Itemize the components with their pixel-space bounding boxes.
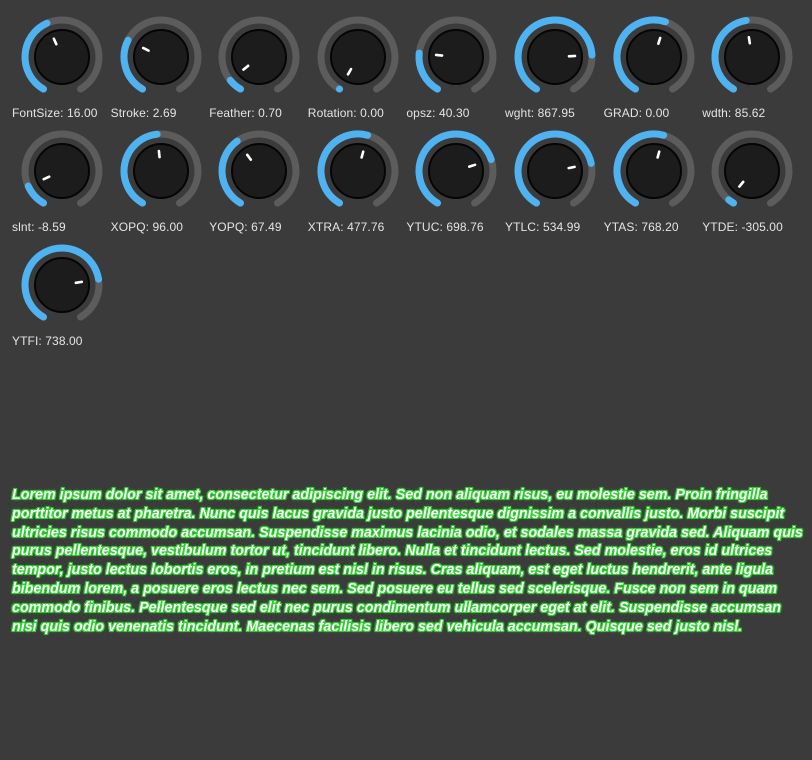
knob-dial[interactable]: [111, 130, 209, 220]
knob-body: [428, 29, 485, 85]
knob-dial[interactable]: [308, 16, 406, 106]
knob-label: XOPQ: 96.00: [110, 220, 184, 234]
knob-dial[interactable]: [406, 16, 504, 106]
knob-label: YOPQ: 67.49: [209, 220, 282, 234]
knob-control[interactable]: XTRA: 477.76: [308, 130, 406, 236]
knob-label: opsz: 40.30: [406, 106, 470, 120]
knob-dial[interactable]: [505, 16, 603, 106]
knob-body: [527, 143, 583, 199]
sample-text: Lorem ipsum dolor sit amet, consectetur …: [12, 487, 803, 635]
knob-control[interactable]: GRAD: 0.00: [604, 16, 702, 122]
knob-label: XTRA: 477.76: [307, 220, 385, 234]
knob-pointer: [747, 35, 752, 45]
knob-label: YTFI: 738.00: [12, 334, 83, 348]
knob-control[interactable]: wdth: 85.62: [702, 16, 800, 122]
knob-label: YTLC: 534.99: [505, 220, 581, 234]
knob-label: Rotation: 0.00: [307, 106, 384, 120]
knob-pointer: [435, 53, 444, 57]
knob-label: wdth: 85.62: [702, 106, 766, 120]
knob-dial[interactable]: [12, 244, 110, 334]
knob-control[interactable]: Stroke: 2.69: [111, 16, 209, 122]
knob-control[interactable]: Feather: 0.70: [209, 16, 307, 122]
knob-dial[interactable]: [12, 16, 110, 106]
knob-control[interactable]: slnt: -8.59: [12, 130, 110, 236]
knob-body: [132, 29, 189, 85]
knob-dial[interactable]: [702, 130, 800, 220]
knob-dial[interactable]: [111, 16, 209, 106]
knob-value-arc: [725, 196, 738, 207]
knob-label: GRAD: 0.00: [603, 106, 670, 120]
knob-dial[interactable]: [209, 16, 307, 106]
knob-dial[interactable]: [209, 130, 307, 220]
knob-control[interactable]: FontSize: 16.00: [12, 16, 110, 122]
knob-control[interactable]: YTUC: 698.76: [406, 130, 504, 236]
knob-label: YTDE: -305.00: [702, 220, 783, 234]
knob-label: Stroke: 2.69: [110, 106, 177, 120]
knob-label: slnt: -8.59: [12, 220, 66, 234]
knob-pointer: [567, 165, 576, 170]
knob-body: [34, 257, 90, 313]
knob-dial[interactable]: [702, 16, 800, 106]
knob-body: [231, 143, 288, 199]
knob-pointer: [656, 36, 662, 45]
knob-pointer: [157, 149, 161, 159]
knob-control[interactable]: YOPQ: 67.49: [209, 130, 307, 236]
knob-label: Feather: 0.70: [209, 106, 282, 120]
knob-dial[interactable]: [406, 130, 504, 220]
knob-label: FontSize: 16.00: [12, 106, 98, 120]
knob-body: [231, 29, 288, 85]
knob-body: [724, 143, 781, 199]
knob-body: [329, 29, 386, 85]
knob-control[interactable]: opsz: 40.30: [406, 16, 504, 122]
knob-pointer: [74, 280, 84, 285]
knob-body: [34, 29, 90, 85]
knob-body: [132, 143, 189, 199]
knob-dial[interactable]: [604, 130, 702, 220]
knob-control[interactable]: XOPQ: 96.00: [111, 130, 209, 236]
knob-control[interactable]: wght: 867.95: [505, 16, 603, 122]
knob-pointer: [360, 150, 365, 159]
knob-body: [34, 143, 90, 199]
knob-body: [625, 143, 682, 199]
knob-dial[interactable]: [604, 16, 702, 106]
knob-body: [724, 29, 781, 85]
knob-body: [329, 143, 386, 199]
knob-control[interactable]: YTLC: 534.99: [505, 130, 603, 236]
knob-value-arc: [226, 76, 245, 93]
knob-value-arc: [335, 85, 343, 93]
knob-body: [428, 143, 485, 199]
knob-control[interactable]: Rotation: 0.00: [308, 16, 406, 122]
knob-pointer: [468, 163, 477, 168]
knob-label: YTUC: 698.76: [406, 220, 484, 234]
knob-dial[interactable]: [308, 130, 406, 220]
knob-pointer: [655, 150, 661, 159]
knob-control[interactable]: YTDE: -305.00: [702, 130, 800, 236]
knob-control[interactable]: YTFI: 738.00: [12, 244, 110, 350]
knob-control[interactable]: YTAS: 768.20: [604, 130, 702, 236]
knob-dial[interactable]: [505, 130, 603, 220]
knob-dial[interactable]: [12, 130, 110, 220]
knob-body: [625, 29, 682, 85]
knob-label: YTAS: 768.20: [603, 220, 679, 234]
knob-label: wght: 867.95: [505, 106, 575, 120]
